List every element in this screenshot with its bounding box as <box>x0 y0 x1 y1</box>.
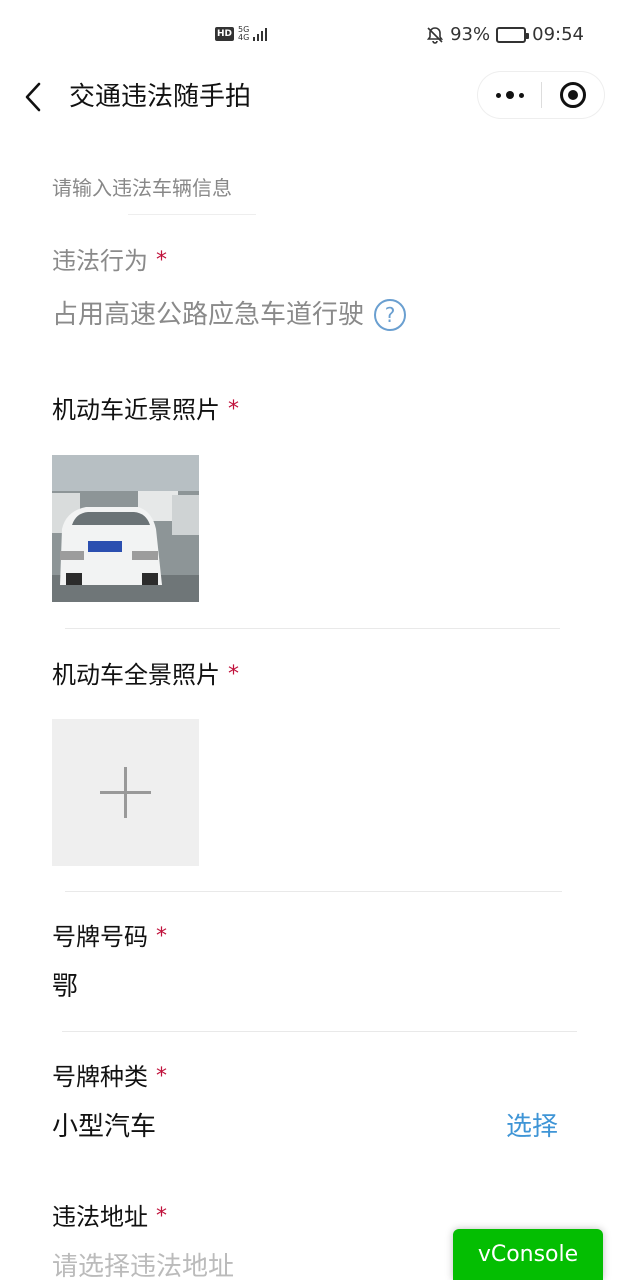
required-mark: * <box>156 1064 167 1089</box>
plate-type-value: 小型汽车 <box>52 1112 157 1142</box>
required-mark: * <box>156 248 167 273</box>
page-title: 交通违法随手拍 <box>69 82 252 112</box>
clock: 09:54 <box>532 24 584 45</box>
more-dots-icon[interactable] <box>478 72 541 118</box>
back-chevron-icon[interactable] <box>20 80 50 114</box>
status-bar: HD 5G 4G 93% 09:54 <box>0 0 620 72</box>
close-target-icon[interactable] <box>542 72 604 118</box>
vehicle-info-underline <box>128 214 256 215</box>
nav-bar: 交通违法随手拍 <box>0 72 620 122</box>
behavior-value[interactable]: 占用高速公路应急车道行驶 ? <box>52 298 407 332</box>
vehicle-info-input[interactable]: 请输入违法车辆信息 <box>52 172 232 201</box>
plate-number-label: 号牌号码 * <box>52 923 167 951</box>
plate-type-select-button[interactable]: 选择 <box>506 1110 558 1144</box>
required-mark: * <box>228 397 239 422</box>
required-mark: * <box>228 662 239 687</box>
divider <box>65 891 562 892</box>
panorama-photo-label: 机动车全景照片 * <box>52 661 239 689</box>
hd-icon: HD <box>215 27 235 41</box>
required-mark: * <box>156 1204 167 1229</box>
plate-type-label: 号牌种类 * <box>52 1063 167 1091</box>
divider <box>65 628 560 629</box>
battery-percent: 93% <box>450 24 491 45</box>
closeup-photo-label: 机动车近景照片 * <box>52 396 239 424</box>
vconsole-button[interactable]: vConsole <box>453 1229 603 1280</box>
divider <box>62 1031 577 1032</box>
car-photo-image <box>52 455 199 602</box>
plate-number-input[interactable]: 鄂 <box>52 970 78 1004</box>
battery-icon <box>496 26 530 43</box>
signal-icon <box>253 27 268 41</box>
address-label: 违法地址 * <box>52 1203 167 1231</box>
closeup-photo-thumbnail[interactable] <box>52 455 199 602</box>
behavior-label: 违法行为 * <box>52 247 167 275</box>
panorama-photo-upload[interactable] <box>52 719 199 866</box>
mini-program-capsule <box>478 72 604 118</box>
required-mark: * <box>156 924 167 949</box>
mute-bell-icon <box>427 26 444 44</box>
network-indicator: HD 5G 4G <box>215 26 268 42</box>
help-icon[interactable]: ? <box>374 299 407 331</box>
network-type-bottom: 4G <box>238 33 250 42</box>
behavior-value-text: 占用高速公路应急车道行驶 <box>52 300 365 330</box>
network-type: 5G 4G <box>238 26 249 42</box>
address-select-input[interactable]: 请选择违法地址 <box>52 1250 234 1280</box>
status-right: 93% 09:54 <box>426 24 584 45</box>
